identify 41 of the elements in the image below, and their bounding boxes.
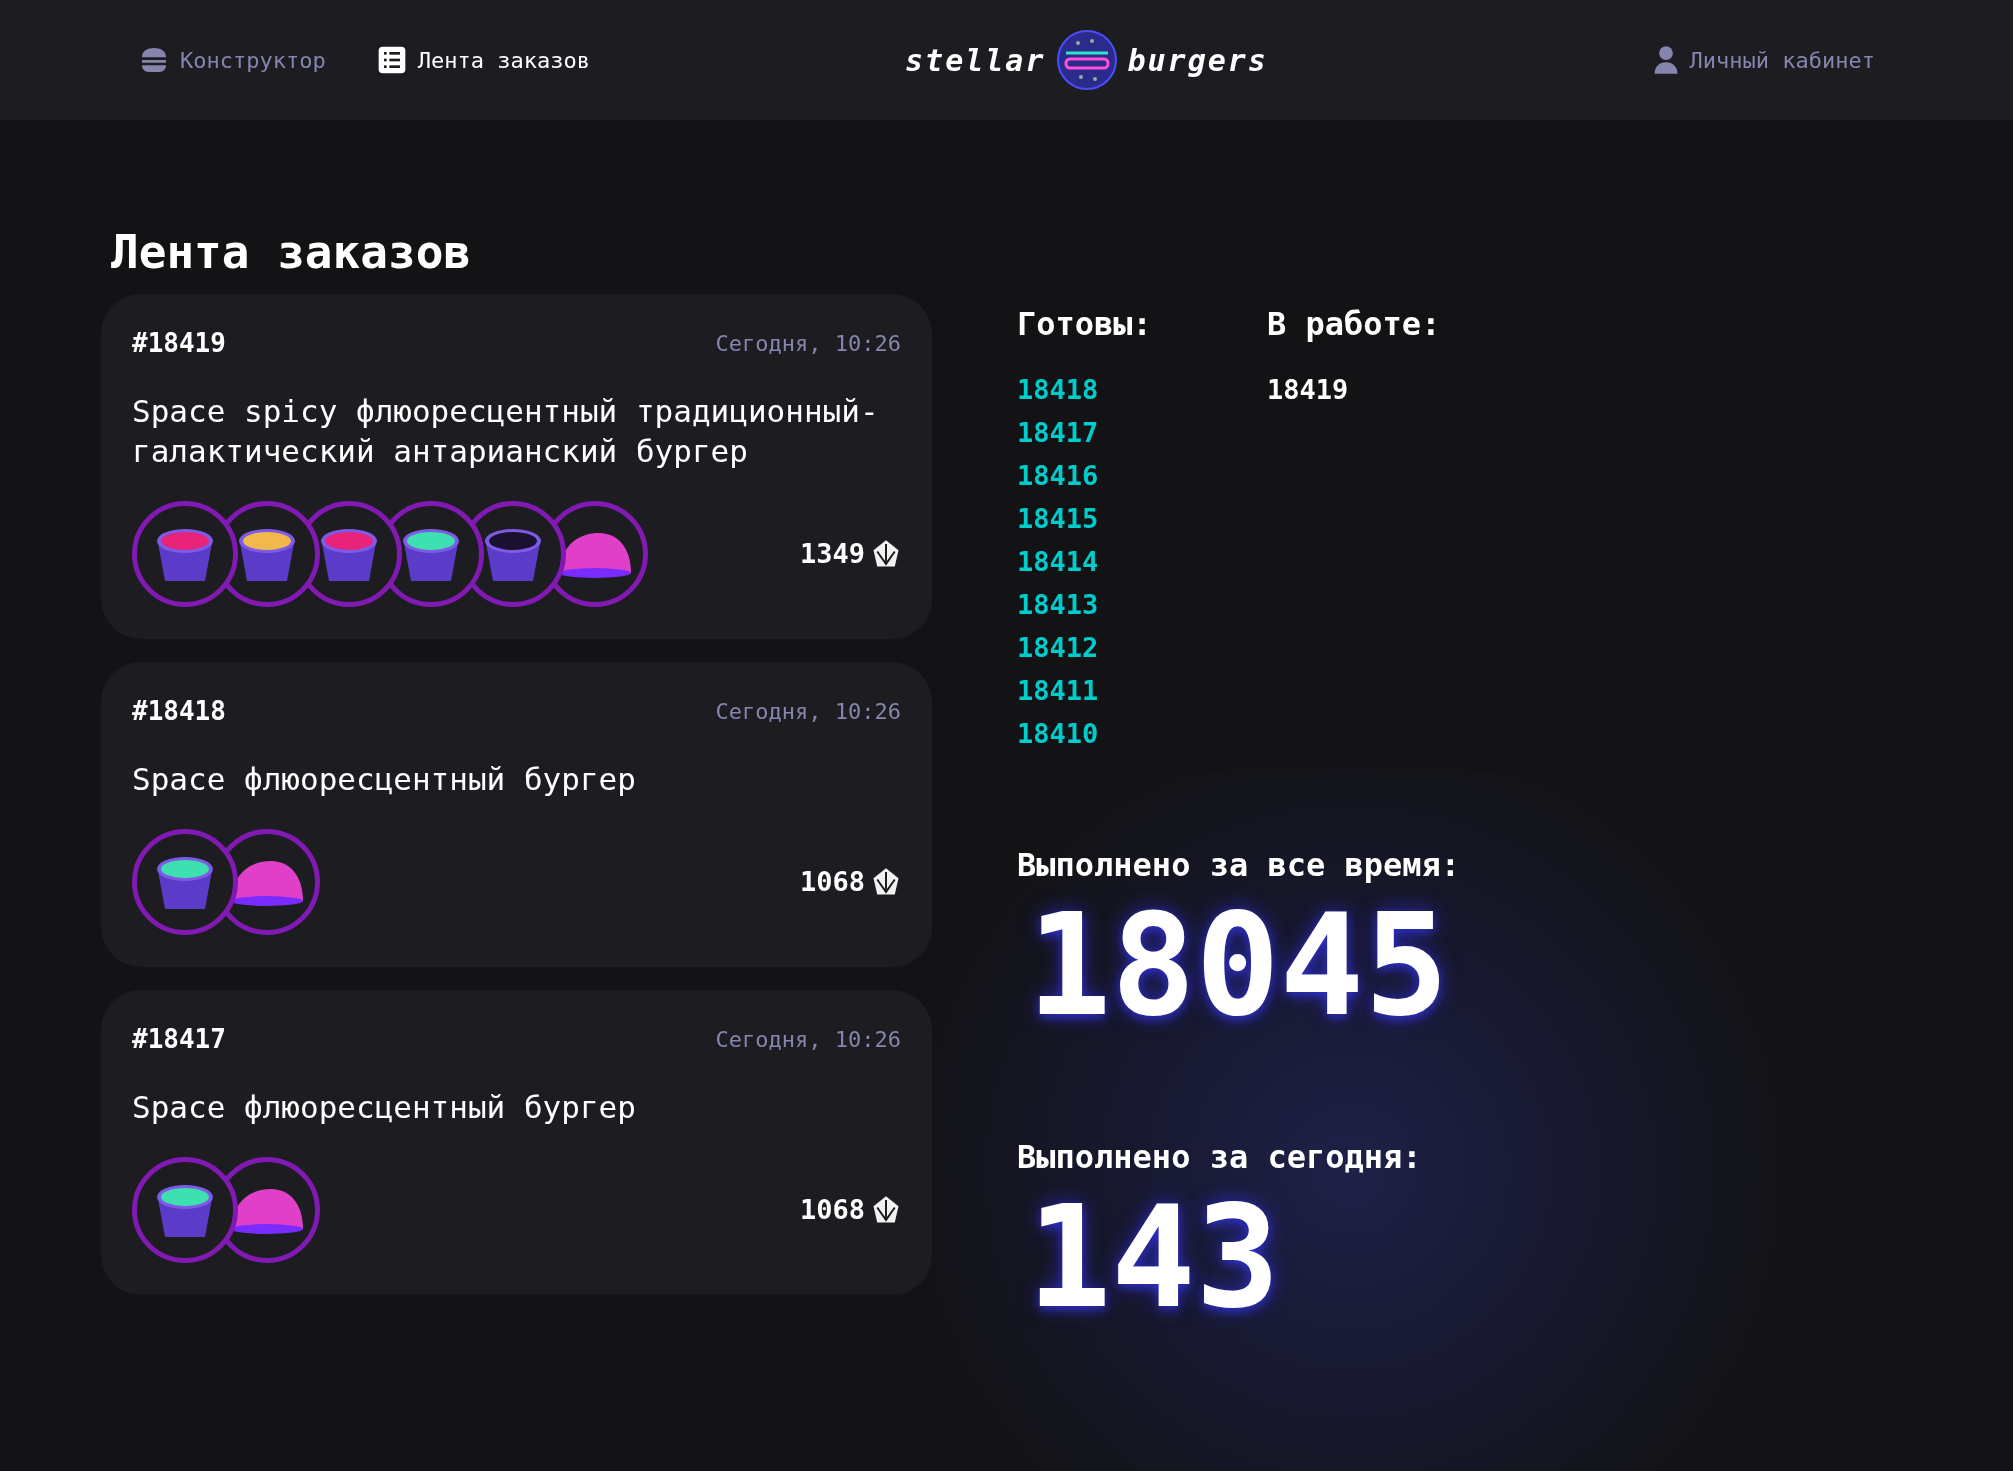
- currency-icon: [871, 539, 901, 570]
- stat-label: Выполнено за все время:: [1017, 845, 1462, 886]
- order-price: 1349: [799, 536, 865, 571]
- burger-logo-icon: [1055, 29, 1118, 91]
- order-name: Space флюоресцентный бургер: [132, 760, 637, 800]
- order-name: Space spicy флюоресцентный традиционный-галактический антарианский бургер: [132, 392, 880, 472]
- order-number: 18412: [1017, 631, 1100, 665]
- column-heading: В работе:: [1267, 304, 1441, 345]
- stat-value: 143: [1027, 1181, 1281, 1335]
- order-number: 18419: [1267, 373, 1350, 407]
- order-number: #18419: [132, 327, 226, 361]
- currency-icon: [871, 1195, 901, 1226]
- order-card[interactable]: #18418 Сегодня, 10:26 Space флюоресцентный бургер 1068: [101, 662, 932, 968]
- page-title: Лента заказов: [111, 225, 473, 281]
- order-number: #18418: [132, 695, 226, 729]
- order-time: Сегодня, 10:26: [715, 698, 901, 727]
- logo-text: stellar: [905, 41, 1046, 80]
- order-time: Сегодня, 10:26: [715, 330, 901, 359]
- logo-text: burgers: [1127, 41, 1268, 80]
- column-heading: Готовы:: [1017, 304, 1153, 345]
- stat-value: 18045: [1027, 889, 1450, 1043]
- order-number: 18415: [1017, 502, 1100, 536]
- stat-label: Выполнено за сегодня:: [1017, 1137, 1423, 1178]
- nav-link[interactable]: Конструктор: [138, 27, 326, 93]
- order-number: 18417: [1017, 416, 1100, 450]
- account-link[interactable]: Личный кабинет: [1651, 27, 1875, 93]
- order-number: 18413: [1017, 588, 1100, 622]
- order-number: 18411: [1017, 674, 1100, 708]
- order-number: 18414: [1017, 545, 1100, 579]
- order-number: 18416: [1017, 459, 1100, 493]
- order-number: #18417: [132, 1023, 226, 1057]
- order-price: 1068: [799, 1192, 865, 1227]
- nav-link[interactable]: Лента заказов: [375, 27, 590, 93]
- order-time: Сегодня, 10:26: [715, 1026, 901, 1055]
- order-name: Space флюоресцентный бургер: [132, 1088, 637, 1128]
- order-card[interactable]: #18417 Сегодня, 10:26 Space флюоресцентный бургер 1068: [101, 990, 932, 1295]
- currency-icon: [871, 867, 901, 898]
- order-number: 18410: [1017, 717, 1100, 751]
- order-price: 1068: [799, 864, 865, 899]
- order-number: 18418: [1017, 373, 1100, 407]
- order-card[interactable]: #18419 Сегодня, 10:26 Space spicy флюоресцентный традиционный-галактический антарианский бургер 1349: [101, 294, 932, 640]
